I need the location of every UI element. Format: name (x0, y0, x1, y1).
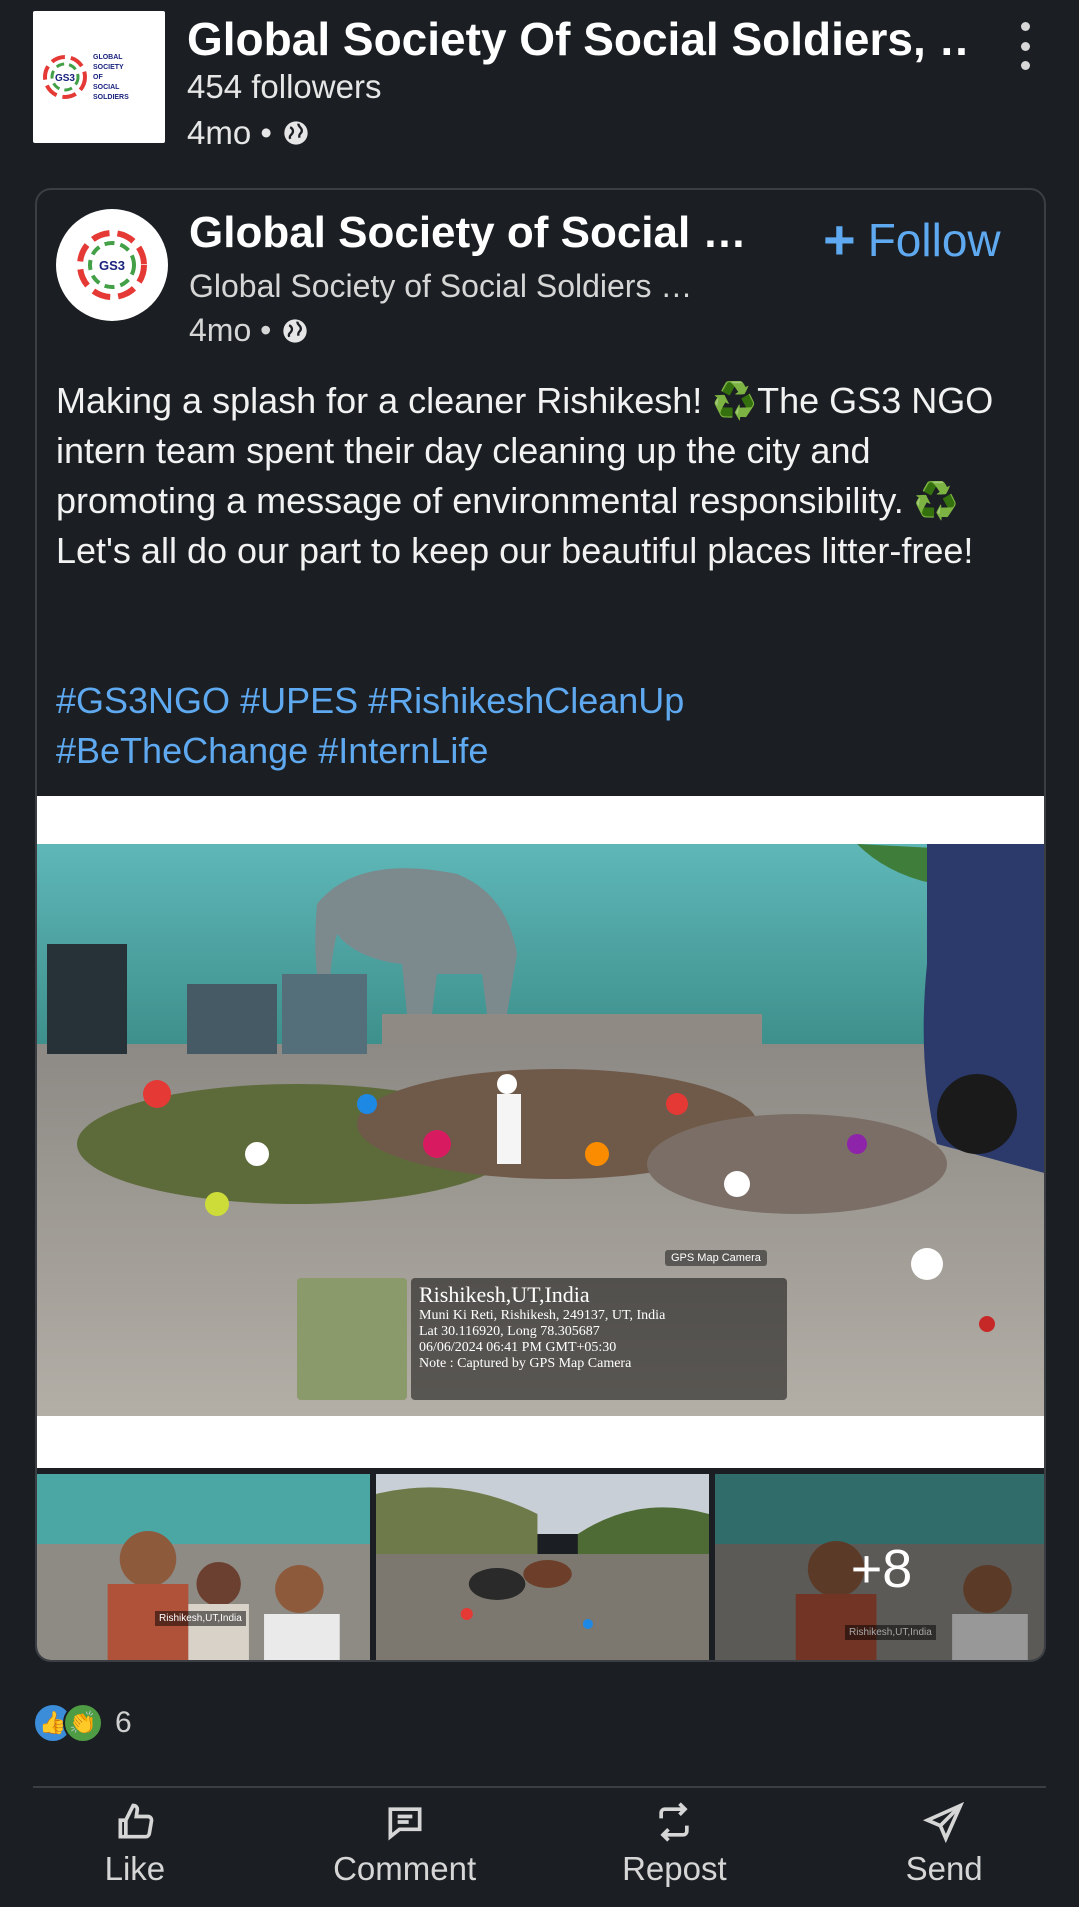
repost-button[interactable]: Repost (540, 1800, 810, 1900)
svg-text:SOCIETY: SOCIETY (93, 64, 124, 71)
thumbnail-1[interactable]: Rishikesh,UT,India (37, 1474, 370, 1660)
post-time-text: 4mo • (187, 114, 272, 151)
repost-icon (659, 1802, 690, 1842)
plus-icon: + (823, 208, 856, 271)
globe-icon (284, 121, 308, 145)
reactions-summary[interactable]: 👍 👏 6 (33, 1703, 132, 1743)
repost-label: Repost (622, 1850, 727, 1887)
hashtag-link[interactable]: #BeTheChange (56, 730, 308, 771)
gps-datetime: 06/06/2024 06:41 PM GMT+05:30 (419, 1340, 617, 1355)
like-button[interactable]: Like (0, 1800, 270, 1900)
author-name[interactable]: Global Society of Social … (189, 208, 746, 258)
svg-text:OF: OF (93, 74, 103, 81)
hashtag-link[interactable]: #GS3NGO (56, 680, 230, 721)
gps-caption: Rishikesh,UT,India Muni Ki Reti, Rishike… (411, 1278, 787, 1400)
svg-text:SOLDIERS: SOLDIERS (93, 94, 129, 101)
avatar-mark: GS3 (99, 258, 125, 273)
garbage-site-photo: GPS Map Camera Rishikesh,UT,India Muni K… (37, 844, 1044, 1416)
action-bar: Like Comment Repost Send (0, 1800, 1079, 1900)
svg-text:SOCIAL: SOCIAL (93, 84, 120, 91)
svg-text:GLOBAL: GLOBAL (93, 54, 123, 61)
thumbnail-3-more[interactable]: Rishikesh,UT,India +8 (715, 1474, 1044, 1660)
comment-button[interactable]: Comment (270, 1800, 540, 1900)
shared-post-card[interactable]: GS3 Global Society of Social … Global So… (35, 188, 1046, 1662)
gps-address: Muni Ki Reti, Rishikesh, 249137, UT, Ind… (419, 1308, 666, 1323)
more-options-icon[interactable] (1010, 22, 1040, 70)
gps-badge: GPS Map Camera (665, 1250, 767, 1266)
hashtags: #GS3NGO #UPES #RishikeshCleanUp #BeTheCh… (56, 676, 1036, 776)
follow-button[interactable]: + Follow (823, 212, 1001, 268)
hashtag-link[interactable]: #UPES (240, 680, 358, 721)
logo-mark: GS3 (55, 73, 75, 84)
thumbs-up-icon (118, 1803, 154, 1839)
thumbnail-2[interactable] (376, 1474, 709, 1660)
company-logo[interactable]: GS3 GLOBAL SOCIETY OF SOCIAL SOLDIERS (33, 11, 165, 143)
gps-note: Note : Captured by GPS Map Camera (419, 1356, 632, 1371)
gps-coords: Lat 30.116920, Long 78.305687 (419, 1324, 600, 1339)
author-subtitle: Global Society of Social Soldiers … (189, 268, 693, 304)
gps-minimap (297, 1278, 407, 1400)
send-label: Send (905, 1850, 983, 1887)
gps-place: Rishikesh,UT,India (419, 1282, 590, 1307)
author-avatar[interactable]: GS3 (56, 209, 168, 321)
post-body: Making a splash for a cleaner Rishikesh!… (56, 380, 994, 571)
comment-label: Comment (333, 1850, 477, 1887)
post-time: 4mo • (187, 114, 310, 152)
send-button[interactable]: Send (809, 1800, 1079, 1900)
thumb-caption: Rishikesh,UT,India (155, 1611, 246, 1626)
divider (33, 1786, 1046, 1788)
hashtag-link[interactable]: #RishikeshCleanUp (368, 680, 684, 721)
more-images-count: +8 (715, 1474, 1044, 1660)
company-name[interactable]: Global Society Of Social Soldiers, … (187, 12, 967, 66)
comment-icon (388, 1807, 422, 1841)
follow-label: Follow (867, 214, 1001, 266)
celebrate-reaction-icon: 👏 (63, 1703, 103, 1743)
image-thumbnails: Rishikesh,UT,India Rishikesh,UT,India +8 (37, 1474, 1044, 1660)
card-post-time-text: 4mo • (189, 312, 272, 348)
post-image[interactable]: GPS Map Camera Rishikesh,UT,India Muni K… (37, 796, 1044, 1468)
globe-icon (283, 318, 308, 343)
send-icon (923, 1801, 965, 1844)
card-post-time: 4mo • (189, 312, 309, 349)
reaction-count: 6 (115, 1706, 132, 1739)
like-label: Like (104, 1850, 166, 1887)
hashtag-link[interactable]: #InternLife (318, 730, 488, 771)
followers-count: 454 followers (187, 68, 382, 105)
